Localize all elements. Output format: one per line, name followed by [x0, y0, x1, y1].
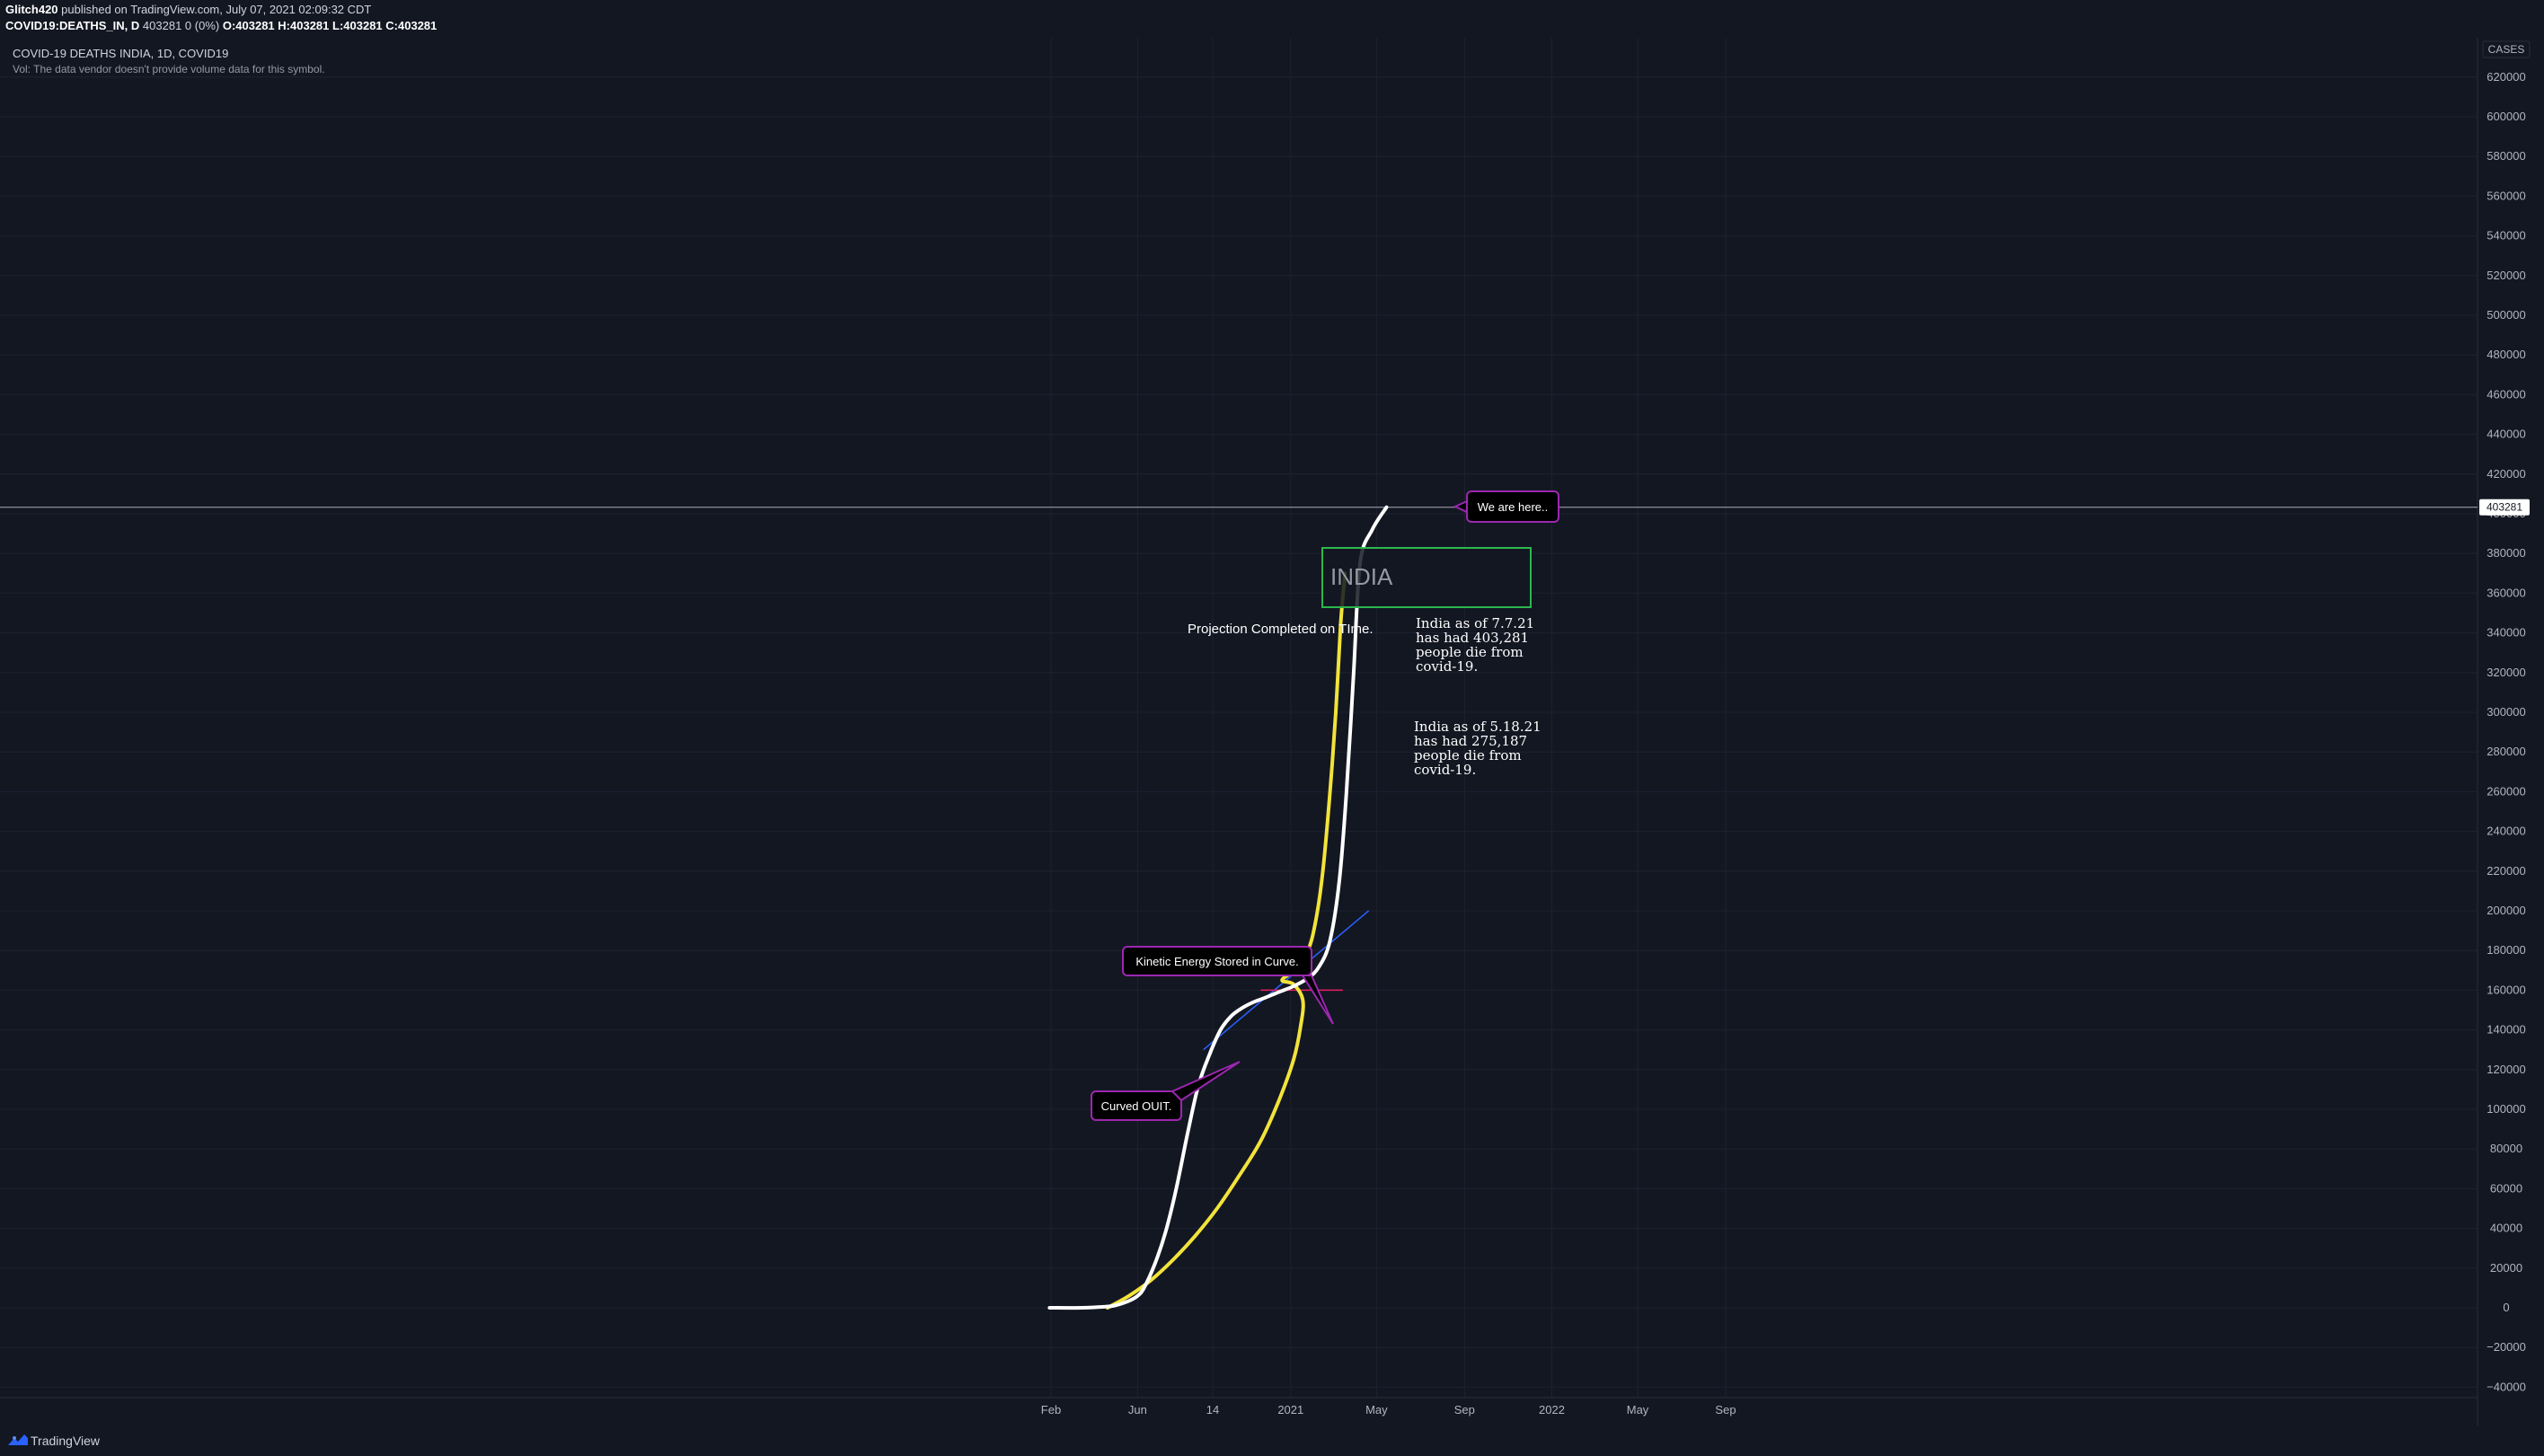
time-tick-label: Sep — [1715, 1403, 1736, 1416]
note-may-line: covid-19. — [1414, 762, 1476, 778]
price-tick-label: 500000 — [2487, 308, 2525, 322]
chart-legend-volume: Vol: The data vendor doesn't provide vol… — [13, 63, 325, 75]
price-tick-label: 100000 — [2487, 1102, 2525, 1116]
price-tick-label: 300000 — [2487, 705, 2525, 719]
price-tick-label: 280000 — [2487, 745, 2525, 758]
symbol-name: COVID19:DEATHS_IN, D — [5, 19, 140, 32]
india-region-label: INDIA — [1330, 563, 1393, 590]
symbol-line: COVID19:DEATHS_IN, D 403281 0 (0%) O:403… — [5, 19, 437, 32]
price-tick-label: 40000 — [2490, 1222, 2522, 1235]
price-tick-label: 180000 — [2487, 943, 2525, 957]
author-name[interactable]: Glitch420 — [5, 3, 58, 16]
price-tick-label: 160000 — [2487, 983, 2525, 996]
price-tick-label: 20000 — [2490, 1261, 2522, 1275]
time-tick-label: May — [1365, 1403, 1388, 1416]
note-july-line: covid-19. — [1416, 658, 1478, 675]
time-tick-label: May — [1627, 1403, 1649, 1416]
price-unit-label: CASES — [2488, 43, 2525, 56]
price-tick-label: 340000 — [2487, 626, 2525, 640]
price-tick-label: 600000 — [2487, 110, 2525, 123]
price-tick-label: 360000 — [2487, 586, 2525, 599]
time-tick-label: Sep — [1454, 1403, 1475, 1416]
price-tick-label: −20000 — [2487, 1340, 2526, 1354]
low-value: L:403281 — [332, 19, 383, 32]
price-tick-label: 420000 — [2487, 467, 2525, 481]
callout-we-are-here-text: We are here.. — [1478, 500, 1549, 514]
price-tick-label: 80000 — [2490, 1142, 2522, 1155]
price-tick-label: 320000 — [2487, 666, 2525, 679]
time-tick-label: 2021 — [1277, 1403, 1303, 1416]
projection-note: Projection Completed on TIme. — [1188, 622, 1374, 637]
published-info: published on TradingView.com, July 07, 2… — [61, 3, 372, 16]
price-tick-label: 260000 — [2487, 784, 2525, 798]
price-tick-label: 200000 — [2487, 904, 2525, 917]
callout-curved-out-text: Curved OUIT. — [1101, 1099, 1172, 1113]
high-value: H:403281 — [278, 19, 330, 32]
time-tick-label: 2022 — [1539, 1403, 1565, 1416]
publish-line: Glitch420 published on TradingView.com, … — [5, 3, 371, 16]
time-tick-label: 14 — [1206, 1403, 1219, 1416]
chart-legend-title[interactable]: COVID-19 DEATHS INDIA, 1D, COVID19 — [13, 47, 228, 60]
price-tick-label: 460000 — [2487, 387, 2525, 401]
price-tick-label: 540000 — [2487, 229, 2525, 243]
footer-bar: TradingView — [0, 1425, 2544, 1456]
price-tick-label: 140000 — [2487, 1023, 2525, 1037]
time-tick-label: Feb — [1041, 1403, 1061, 1416]
price-tick-label: 480000 — [2487, 348, 2525, 361]
price-tick-label: 120000 — [2487, 1063, 2525, 1076]
chart-canvas[interactable]: −40000 −20000 0 20000 40000 60000 80000 100000 1… — [0, 38, 2544, 1425]
publish-header: Glitch420 published on TradingView.com, … — [0, 0, 2544, 38]
quote-value: 403281 0 (0%) — [142, 19, 220, 32]
price-tick-label: 0 — [2503, 1301, 2509, 1314]
callout-kinetic-text: Kinetic Energy Stored in Curve. — [1135, 955, 1298, 968]
tradingview-brand[interactable]: TradingView — [31, 1434, 100, 1448]
price-tick-label: 60000 — [2490, 1181, 2522, 1195]
close-value: C:403281 — [385, 19, 437, 32]
price-tick-label: 560000 — [2487, 189, 2525, 202]
price-tick-label: 620000 — [2487, 70, 2525, 84]
price-tick-label: 220000 — [2487, 864, 2525, 878]
price-tick-label: 240000 — [2487, 825, 2525, 838]
open-value: O:403281 — [222, 19, 275, 32]
price-tick-label: −40000 — [2487, 1380, 2526, 1393]
price-tick-label: 580000 — [2487, 149, 2525, 163]
price-tick-label: 440000 — [2487, 428, 2525, 441]
price-tick-label: 520000 — [2487, 269, 2525, 282]
tradingview-logo-icon[interactable] — [7, 1433, 29, 1447]
price-tick-label: 380000 — [2487, 546, 2525, 560]
chart-background — [0, 38, 2544, 1425]
last-value-label: 403281 — [2487, 501, 2522, 514]
time-tick-label: Jun — [1128, 1403, 1147, 1416]
